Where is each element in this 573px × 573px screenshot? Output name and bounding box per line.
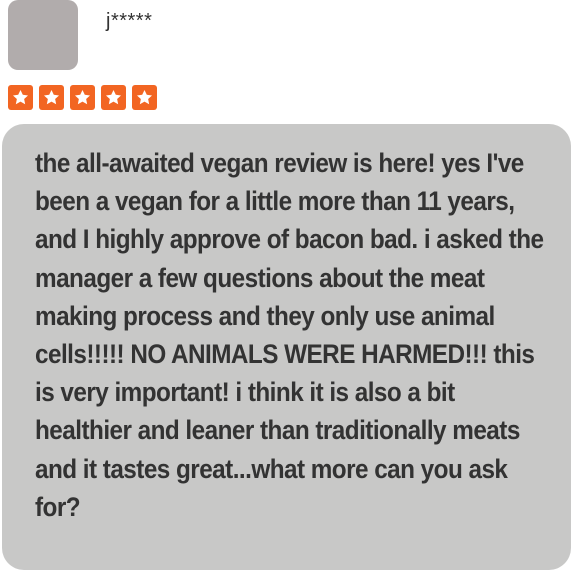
star-icon	[39, 85, 64, 110]
review-text: the all-awaited vegan review is here! ye…	[35, 148, 544, 522]
star-icon	[70, 85, 95, 110]
reviewer-username[interactable]: j*****	[106, 8, 152, 34]
star-icon	[132, 85, 157, 110]
avatar[interactable]	[8, 0, 78, 70]
star-icon	[101, 85, 126, 110]
review-bubble: the all-awaited vegan review is here! ye…	[2, 124, 571, 570]
star-rating	[8, 85, 157, 110]
star-icon	[8, 85, 33, 110]
